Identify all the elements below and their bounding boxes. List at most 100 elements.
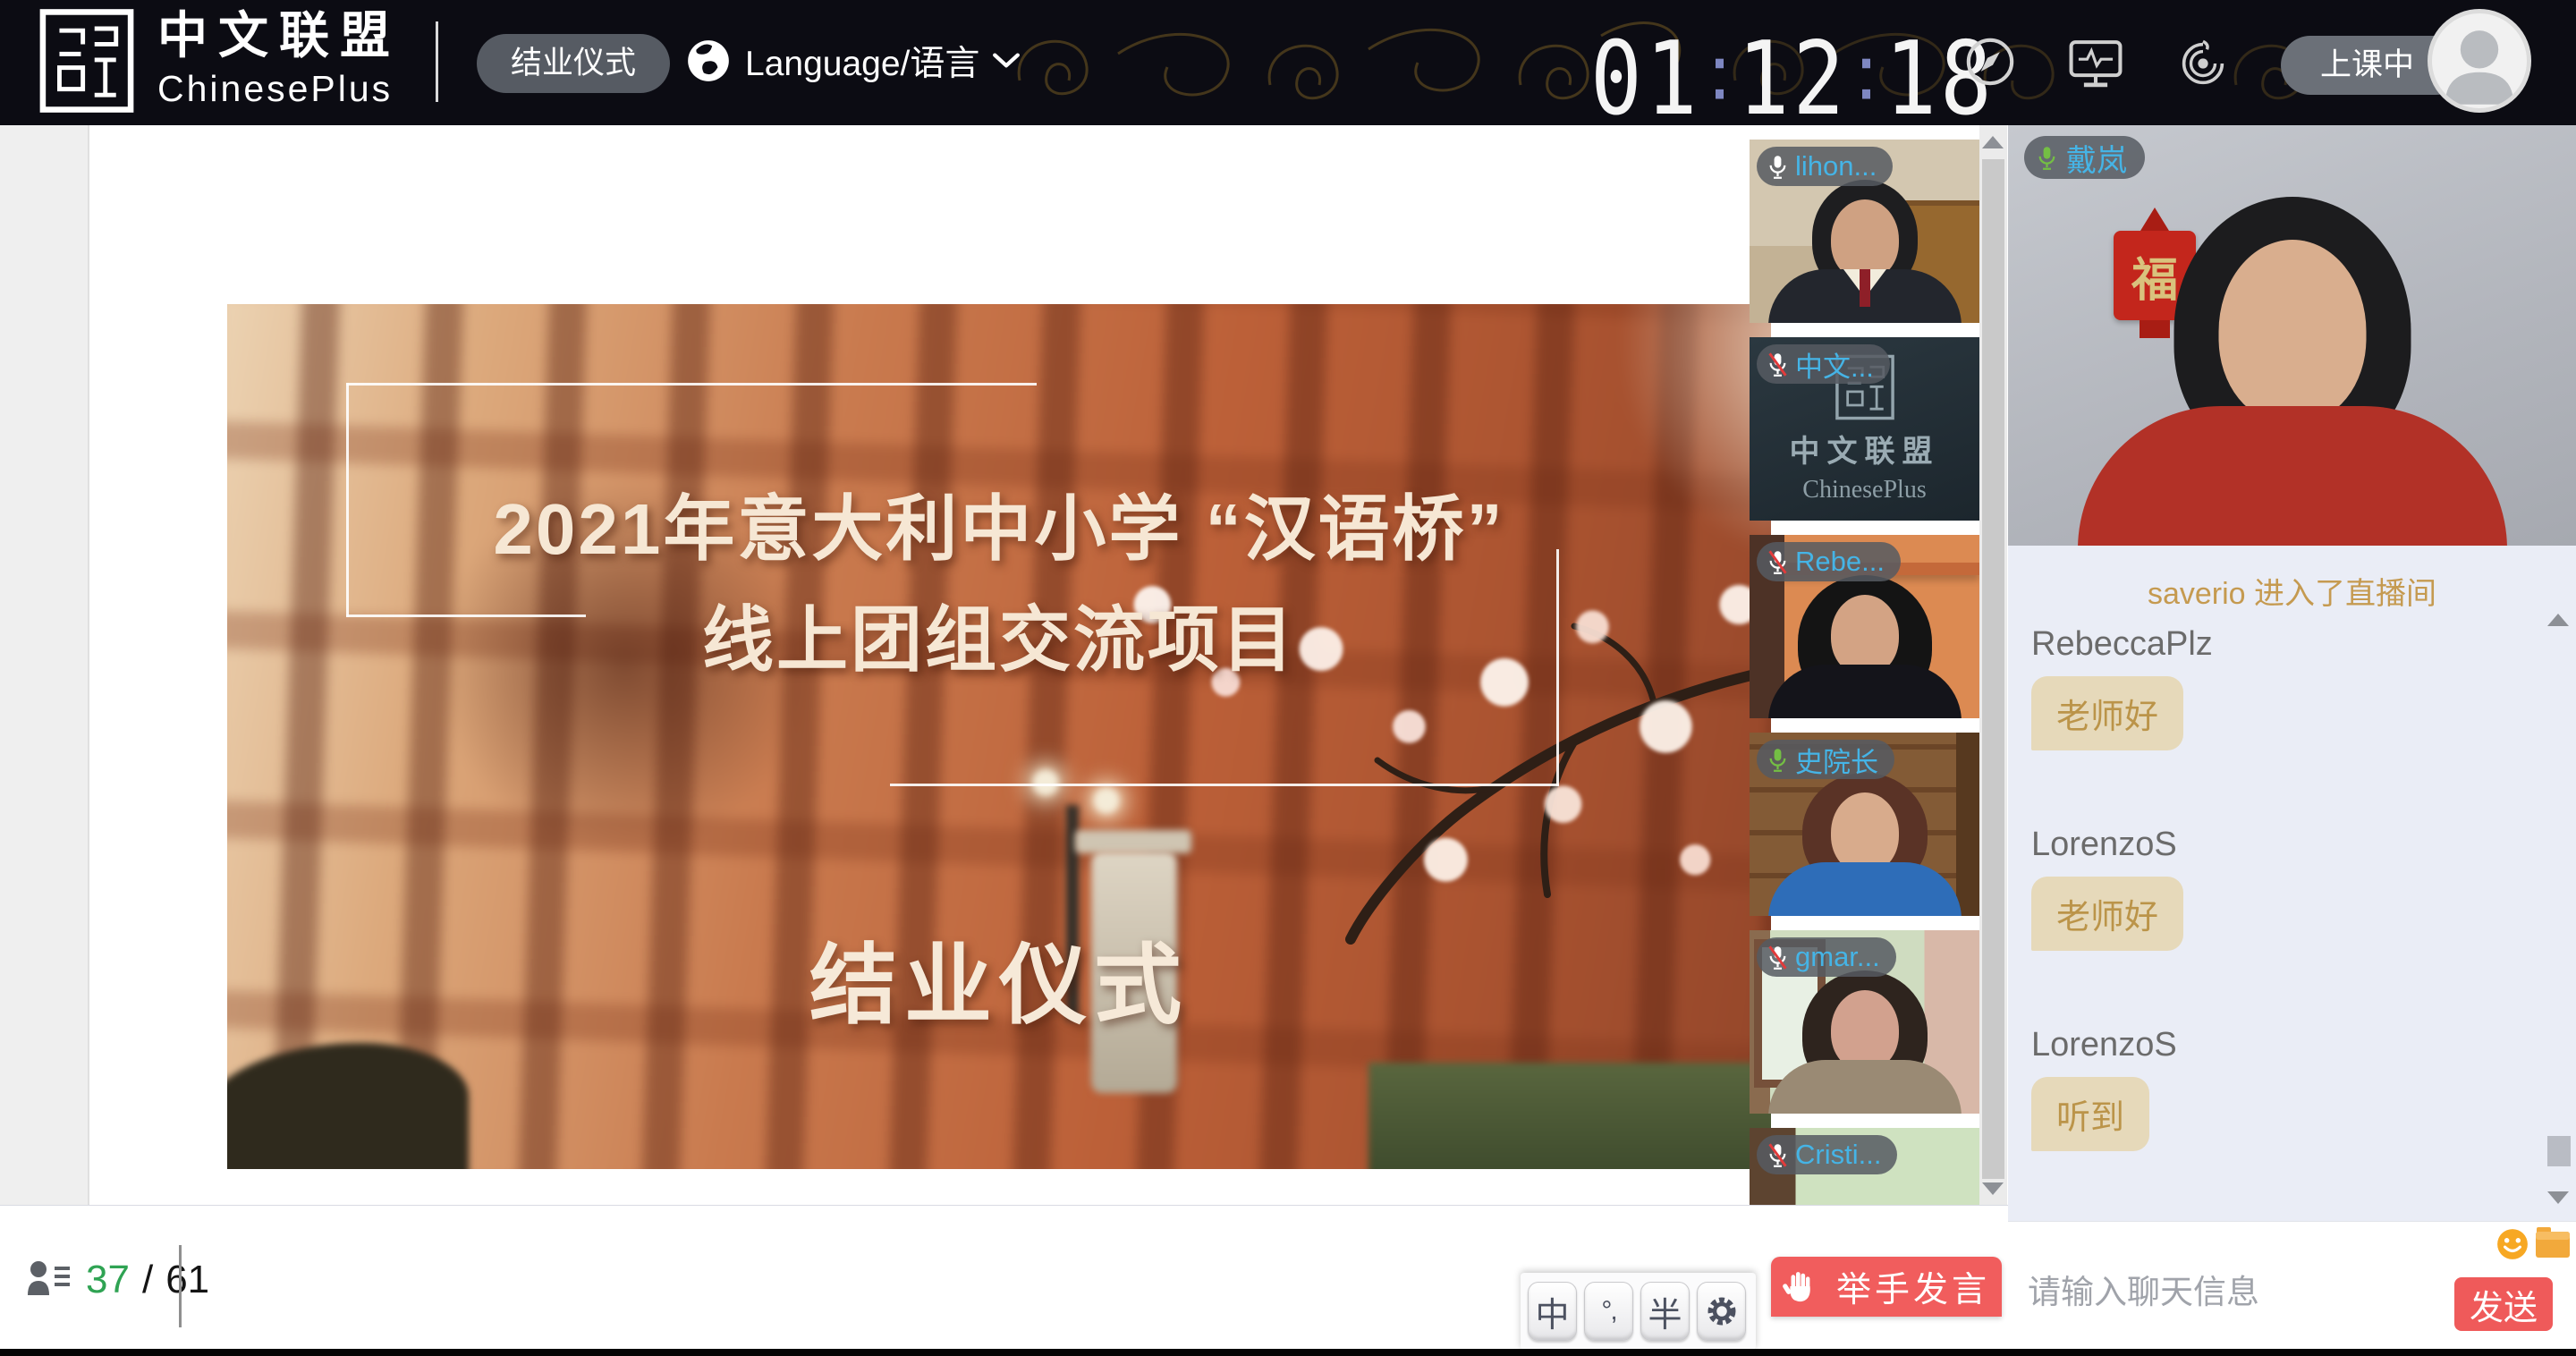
- mic-icon: [1766, 154, 1790, 180]
- participant-video-shi[interactable]: 史院长: [1750, 733, 1979, 916]
- teacher-name: 戴岚: [2066, 136, 2127, 180]
- slide-title: 2021年意大利中小学 “汉语桥” 线上团组交流项目: [227, 474, 1771, 696]
- ime-settings-button[interactable]: [1697, 1282, 1746, 1341]
- participant-silhouette: [1767, 180, 1963, 323]
- participant-video-list: lihon... 中文联盟 ChinesePlus 中文... Rebe... 史院长 gm…: [1750, 140, 1979, 1205]
- brand-name-zh: 中文联盟: [1790, 427, 1940, 470]
- send-button[interactable]: 发送: [2454, 1277, 2553, 1331]
- participant-silhouette: [1767, 970, 1963, 1114]
- participant-name: Rebe...: [1795, 546, 1885, 578]
- participant-count: 37 / 61: [25, 1258, 209, 1302]
- chat-bubble: 老师好: [2031, 877, 2183, 951]
- brand-name-zh: 中文联盟: [157, 7, 401, 66]
- chat-username: LorenzoS: [2031, 1026, 2576, 1064]
- brand-name-en: ChinesePlus: [157, 66, 401, 111]
- right-panel: 福 戴岚 saverio 进入了直播间 RebeccaPlz老师好 Lorenzo…: [2008, 125, 2576, 1349]
- record-target-icon[interactable]: [2179, 39, 2227, 88]
- clock-minutes: 12: [1738, 20, 1849, 125]
- mic-muted-icon: [1766, 352, 1790, 377]
- clock-hours: 01: [1590, 20, 1701, 125]
- mic-icon: [1766, 747, 1790, 773]
- chat-panel: saverio 进入了直播间 RebeccaPlz老师好LorenzoS老师好L…: [2008, 546, 2576, 1221]
- image-folder-icon[interactable]: [2534, 1225, 2572, 1261]
- brand-name: 中文联盟 ChinesePlus: [157, 7, 401, 114]
- clock-colon: [1862, 59, 1870, 99]
- avatar[interactable]: [2428, 9, 2531, 113]
- chat-message: LorenzoS 老师好: [2031, 826, 2576, 951]
- participant-name: lihon...: [1795, 150, 1877, 182]
- participant-video-zhongwen[interactable]: 中文联盟 ChinesePlus 中文...: [1750, 337, 1979, 521]
- participant-name-pill: 史院长: [1757, 740, 1894, 779]
- brand-name-en: ChinesePlus: [1802, 476, 1926, 504]
- scroll-down-arrow-icon[interactable]: [1982, 1182, 2004, 1195]
- emoji-icon[interactable]: [2496, 1227, 2529, 1261]
- ime-width-toggle-button[interactable]: 半: [1640, 1282, 1690, 1341]
- chat-bubble: 听到: [2031, 1077, 2149, 1151]
- gear-icon: [1704, 1293, 1740, 1329]
- language-menu[interactable]: Language/语言: [684, 36, 1021, 86]
- mic-icon: [2035, 145, 2059, 171]
- raised-hand-icon: [1783, 1270, 1817, 1304]
- tree-silhouette: [227, 1043, 469, 1169]
- chat-username: LorenzoS: [2031, 826, 2576, 864]
- chevron-down-icon: [992, 52, 1021, 70]
- bottom-toolbar: 37 / 61 中 °, 半: [0, 1205, 2008, 1349]
- ime-punctuation-toggle-button[interactable]: °,: [1584, 1282, 1633, 1341]
- session-title-button[interactable]: 结业仪式: [477, 34, 670, 93]
- online-count: 37: [86, 1258, 130, 1302]
- slide: 2021年意大利中小学 “汉语桥” 线上团组交流项目 结业仪式: [227, 304, 1771, 1169]
- slide-title-line1: 2021年意大利中小学 “汉语桥”: [227, 474, 1771, 585]
- chat-message-list: RebeccaPlz老师好LorenzoS老师好LorenzoS听到saveri…: [2008, 625, 2576, 1221]
- compass-icon[interactable]: [1964, 36, 2016, 88]
- brand-seal-icon: [32, 7, 141, 114]
- frame-line: [890, 784, 1559, 786]
- chat-scrollbar-thumb[interactable]: [2547, 1136, 2571, 1166]
- mic-muted-icon: [1766, 945, 1790, 970]
- participant-silhouette: [1767, 575, 1963, 718]
- participant-silhouette: [1767, 773, 1963, 916]
- participant-name: 史院长: [1795, 740, 1878, 780]
- participant-name-pill: Rebe...: [1757, 542, 1901, 581]
- chat-input[interactable]: [2028, 1268, 2412, 1317]
- session-clock: 01 12 18: [1590, 20, 1996, 125]
- raise-hand-label: 举手发言: [1836, 1262, 1990, 1312]
- chat-input-area: 发送: [2008, 1221, 2576, 1349]
- ime-language-toggle-button[interactable]: 中: [1528, 1282, 1577, 1341]
- participant-name-pill: lihon...: [1757, 147, 1893, 186]
- scroll-up-arrow-icon[interactable]: [1982, 136, 2004, 148]
- monitor-stats-icon[interactable]: [2068, 38, 2123, 89]
- hedge: [1368, 1063, 1771, 1169]
- participant-name-pill: gmar...: [1757, 937, 1896, 977]
- participants-icon: [25, 1258, 73, 1302]
- live-classroom-app: 中文联盟 ChinesePlus 结业仪式 Language/语言 01 12 …: [0, 0, 2576, 1356]
- participant-video-lihon[interactable]: lihon...: [1750, 140, 1979, 323]
- left-gutter: [0, 125, 89, 1205]
- teacher-video[interactable]: 福 戴岚: [2008, 125, 2576, 546]
- scrollbar-thumb[interactable]: [1982, 159, 2004, 1179]
- total-count: 61: [165, 1258, 209, 1302]
- chat-scroll-up-arrow-icon[interactable]: [2547, 614, 2569, 626]
- mic-muted-icon: [1766, 1142, 1790, 1168]
- count-separator: /: [142, 1258, 153, 1302]
- teacher-name-pill: 戴岚: [2024, 136, 2145, 179]
- mic-muted-icon: [1766, 549, 1790, 575]
- chat-message: LorenzoS 听到: [2031, 1026, 2576, 1151]
- participant-name: gmar...: [1795, 941, 1880, 973]
- header-bar: 中文联盟 ChinesePlus 结业仪式 Language/语言 01 12 …: [0, 0, 2576, 125]
- participant-name: 中文...: [1795, 344, 1874, 385]
- participant-list-scrollbar[interactable]: [1979, 125, 2007, 1205]
- chat-message: RebeccaPlz老师好: [2031, 625, 2576, 750]
- chat-scroll-down-arrow-icon[interactable]: [2547, 1191, 2569, 1204]
- slide-subtitle: 结业仪式: [227, 914, 1771, 1041]
- slide-title-line2: 线上团组交流项目: [227, 585, 1771, 696]
- toolbar-divider: [179, 1245, 182, 1327]
- participant-video-gmar[interactable]: gmar...: [1750, 930, 1979, 1114]
- teacher-silhouette: [2060, 197, 2525, 546]
- language-label: Language/语言: [745, 36, 979, 86]
- header-divider: [436, 21, 438, 102]
- chat-system-message: saverio 进入了直播间: [2008, 569, 2576, 613]
- participant-video-rebe[interactable]: Rebe...: [1750, 535, 1979, 718]
- participant-name-pill: Cristi...: [1757, 1135, 1897, 1174]
- participant-video-cristi[interactable]: Cristi...: [1750, 1128, 1979, 1205]
- raise-hand-button[interactable]: 举手发言: [1771, 1257, 2002, 1317]
